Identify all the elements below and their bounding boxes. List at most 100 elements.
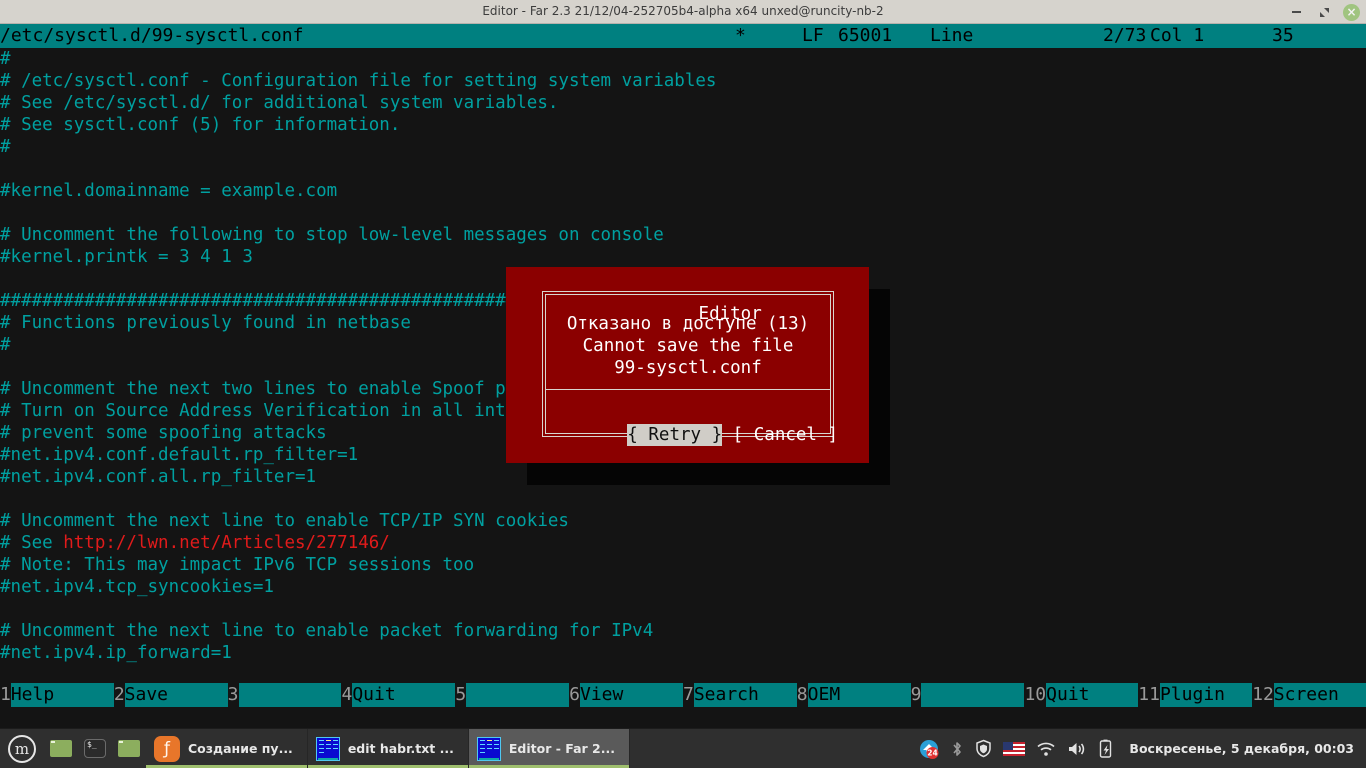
function-key-f1[interactable]: 1 Help [0,683,114,707]
function-key-f4[interactable]: 4 Quit [341,683,456,707]
function-key-f9[interactable]: 9 [910,683,1025,707]
function-key-bar: 1 Help 2 Save 3 4 Quit 5 6 View 7 Search 8 OEM 9 10 Quit… [0,683,1366,707]
editor-line: #net.ipv4.ip_forward=1 [0,643,232,663]
editor-line: #kernel.printk = 3 4 1 3 [0,247,253,267]
function-key-f12[interactable]: 12 Screen [1252,683,1366,707]
firefox-icon: ƒ [154,735,180,762]
editor-line: # /etc/sysctl.conf - Configuration file … [0,71,717,91]
far-manager-icon [476,736,501,761]
editor-line: # [0,335,11,355]
editor-line: # See /etc/sysctl.d/ for additional syst… [0,93,559,113]
maximize-button[interactable] [1315,3,1333,21]
function-key-number: 10 [1024,683,1047,707]
status-line-label: Line [930,25,974,46]
keyboard-layout-flag-icon[interactable] [1003,741,1026,756]
volume-icon[interactable] [1067,740,1087,758]
function-key-f10[interactable]: 10 Quit [1024,683,1139,707]
editor-line: #net.ipv4.conf.default.rp_filter=1 [0,445,359,465]
taskbar-window-button[interactable]: ƒ Создание пу... [146,729,308,768]
dialog-separator [546,389,830,390]
editor-line: # Uncomment the next line to enable TCP/… [0,511,569,531]
editor-line: # See http://lwn.net/Articles/277146/ [0,532,390,554]
taskbar-spacer [630,729,919,768]
dialog-frame: Editor Отказано в доступе (13) Cannot sa… [542,291,838,446]
mint-menu-button[interactable]: m [0,729,44,768]
function-key-label: Help [10,683,114,707]
taskbar-window-label: Создание пу... [188,741,293,756]
taskbar-window-button[interactable]: edit habr.txt ... [307,729,469,768]
function-key-label [238,683,342,707]
function-key-f5[interactable]: 5 [455,683,570,707]
cancel-button[interactable]: [ Cancel ] [733,424,838,446]
function-key-number: 7 [682,683,694,707]
status-line-value: 2/73 [1103,25,1147,46]
function-key-f2[interactable]: 2 Save [113,683,228,707]
taskbar-window-label: edit habr.txt ... [347,741,454,756]
taskbar-window-list: ƒ Создание пу... edit habr.txt ... Editor -… [146,729,630,768]
dialog-message-line-1: Отказано в доступе (13) [566,314,810,334]
status-col-label: Col 1 [1150,25,1205,46]
function-key-number: 12 [1252,683,1274,707]
maximize-icon [1319,7,1329,17]
status-col-value: 35 [1272,25,1294,46]
retry-button[interactable]: { Retry } [627,424,723,446]
taskbar-window-button[interactable]: Editor - Far 2... [468,729,630,768]
function-key-label: Screen [1273,683,1366,707]
quicklaunch-files-1[interactable] [44,729,78,768]
window-titlebar: Editor - Far 2.3 21/12/04-252705b4-alpha… [0,0,1366,24]
editor-url-link[interactable]: http://lwn.net/Articles/277146/ [63,533,390,553]
folder-icon [118,740,140,757]
function-key-f3[interactable]: 3 [227,683,342,707]
dialog-message-line-2: Cannot save the file [582,336,794,356]
function-key-label: OEM [807,683,911,707]
dialog-button-row: { Retry } [ Cancel ] [543,402,838,468]
quicklaunch-files-2[interactable] [112,729,146,768]
editor-line-text: # See [0,533,64,553]
window-controls: × [1287,0,1360,24]
function-key-number: 5 [455,683,467,707]
function-key-label: Save [124,683,228,707]
linux-mint-icon: m [8,734,36,763]
battery-charging-icon[interactable] [1098,739,1114,759]
function-key-number: 1 [0,683,11,707]
wifi-icon[interactable] [1036,741,1056,757]
quicklaunch-terminal[interactable]: $_ [78,729,112,768]
update-manager-icon[interactable]: 24 [919,739,939,759]
editor-line: #net.ipv4.conf.all.rp_filter=1 [0,467,317,487]
function-key-number: 11 [1138,683,1160,707]
clock[interactable]: Воскресенье, 5 декабря, 00:03 [1129,741,1354,756]
function-key-f8[interactable]: 8 OEM [796,683,911,707]
minimize-button[interactable] [1287,3,1305,21]
function-key-number: 9 [910,683,922,707]
function-key-number: 3 [227,683,239,707]
editor-line: # Uncomment the next line to enable pack… [0,621,654,641]
far-manager-icon [315,736,340,761]
function-key-number: 6 [569,683,580,707]
system-tray: 24 Воскресенье, 5 декабря, 00:03 [919,729,1366,768]
editor-line: # [0,137,11,157]
function-key-number: 2 [113,683,125,707]
close-button[interactable]: × [1343,3,1360,21]
function-key-f6[interactable]: 6 View [569,683,683,707]
screen-root: Editor - Far 2.3 21/12/04-252705b4-alpha… [0,0,1366,768]
window-title: Editor - Far 2.3 21/12/04-252705b4-alpha… [482,4,884,18]
editor-status-bar: /etc/sysctl.d/99-sysctl.conf * LF 65001 … [0,24,1366,48]
editor-line: #kernel.domainname = example.com [0,181,338,201]
desktop-taskbar: m $_ ƒ Создание пу... edit habr.txt ... Edi… [0,728,1366,768]
firewall-shield-icon[interactable] [975,739,992,758]
bluetooth-icon[interactable] [950,740,964,758]
function-key-number: 4 [341,683,353,707]
dialog-message-line-3: 99-sysctl.conf [614,358,762,378]
function-key-number: 8 [796,683,808,707]
editor-line: # Note: This may impact IPv6 TCP session… [0,555,475,575]
function-key-label: View [579,683,683,707]
editor-line: # [0,49,11,69]
editor-line: # Functions previously found in netbase [0,313,411,333]
function-key-f11[interactable]: 11 Plugin [1138,683,1253,707]
function-key-label: Quit [352,683,456,707]
function-key-f7[interactable]: 7 Search [682,683,797,707]
function-key-label [921,683,1025,707]
editor-line: # Uncomment the following to stop low-le… [0,225,664,245]
editor-line: # See sysctl.conf (5) for information. [0,115,401,135]
status-eol: LF [802,25,824,46]
